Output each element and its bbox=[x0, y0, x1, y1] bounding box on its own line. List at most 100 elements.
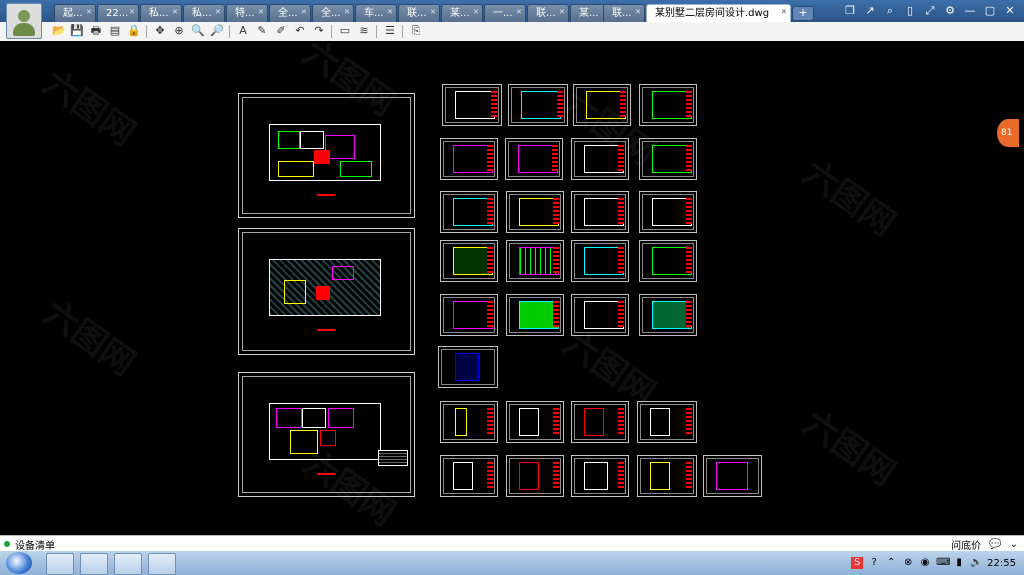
taskbar-app-icon[interactable] bbox=[148, 553, 176, 575]
tray-volume-icon[interactable]: 🔈 bbox=[970, 557, 982, 569]
close-tab-icon[interactable]: ✕ bbox=[635, 9, 641, 16]
elevation-sheet[interactable] bbox=[639, 84, 697, 126]
elevation-sheet[interactable] bbox=[571, 294, 629, 336]
side-badge[interactable]: 81 bbox=[997, 119, 1019, 147]
lock-icon[interactable]: 🔒 bbox=[127, 24, 141, 38]
pdf-icon[interactable]: ▤ bbox=[108, 24, 122, 38]
start-button[interactable] bbox=[6, 552, 32, 574]
tab-3[interactable]: 私... ✕ bbox=[140, 4, 182, 22]
detail-sheet[interactable] bbox=[440, 455, 498, 497]
expand-icon[interactable]: ⌄ bbox=[1010, 539, 1018, 550]
close-tab-icon[interactable]: ✕ bbox=[344, 9, 350, 16]
elevation-sheet[interactable] bbox=[440, 138, 498, 180]
ask-price-button[interactable]: 问底价 bbox=[951, 537, 981, 552]
close-tab-icon[interactable]: ✕ bbox=[516, 9, 522, 16]
elevation-sheet[interactable] bbox=[506, 240, 564, 282]
tab-2[interactable]: 22... ✕ bbox=[97, 4, 139, 22]
pencil-icon[interactable]: ✎ bbox=[255, 24, 269, 38]
elevation-sheet[interactable] bbox=[571, 138, 629, 180]
close-icon[interactable]: ✕ bbox=[1002, 3, 1018, 19]
minimize-icon[interactable]: — bbox=[962, 3, 978, 19]
search-icon[interactable]: ⌕ bbox=[882, 3, 898, 19]
new-tab-button[interactable]: + bbox=[792, 6, 814, 21]
detail-sheet[interactable] bbox=[506, 401, 564, 443]
tray-close-icon[interactable]: ⊗ bbox=[902, 557, 914, 569]
tray-chevron-icon[interactable]: ⌃ bbox=[885, 557, 897, 569]
elevation-sheet[interactable] bbox=[571, 240, 629, 282]
elevation-sheet[interactable] bbox=[505, 138, 563, 180]
users-icon[interactable]: ❐ bbox=[842, 3, 858, 19]
marker-icon[interactable]: ✐ bbox=[274, 24, 288, 38]
export-icon[interactable]: ⎘ bbox=[409, 24, 423, 38]
print-icon[interactable]: 🖶 bbox=[89, 24, 103, 38]
tray-s-icon[interactable]: S bbox=[851, 557, 864, 569]
close-tab-icon[interactable]: ✕ bbox=[387, 9, 393, 16]
zoom-window-icon[interactable]: ⊕ bbox=[172, 24, 186, 38]
elevation-sheet[interactable] bbox=[438, 346, 498, 388]
close-tab-icon[interactable]: ✕ bbox=[473, 9, 479, 16]
tab-11[interactable]: 一... ✕ bbox=[484, 4, 526, 22]
elevation-sheet[interactable] bbox=[506, 191, 564, 233]
elevation-sheet[interactable] bbox=[506, 294, 564, 336]
tray-keyboard-icon[interactable]: ⌨ bbox=[936, 557, 950, 569]
tab-14[interactable]: 联... ✕ bbox=[603, 4, 645, 22]
elevation-sheet[interactable] bbox=[440, 191, 498, 233]
tray-help-icon[interactable]: ? bbox=[868, 557, 880, 569]
elevation-sheet[interactable] bbox=[639, 294, 697, 336]
close-tab-icon[interactable]: ✕ bbox=[215, 9, 221, 16]
close-tab-icon[interactable]: ✕ bbox=[430, 9, 436, 16]
close-tab-icon[interactable]: ✕ bbox=[301, 9, 307, 16]
tab-5[interactable]: 特... ✕ bbox=[226, 4, 268, 22]
tab-8[interactable]: 车... ✕ bbox=[355, 4, 397, 22]
detail-sheet[interactable] bbox=[637, 401, 697, 443]
open-icon[interactable]: 📂 bbox=[52, 24, 66, 38]
settings-icon[interactable]: ⚙ bbox=[942, 3, 958, 19]
text-icon[interactable]: A bbox=[236, 24, 250, 38]
taskbar-folder-icon[interactable] bbox=[46, 553, 74, 575]
detail-sheet[interactable] bbox=[440, 401, 498, 443]
taskbar-app-icon[interactable] bbox=[80, 553, 108, 575]
undo-icon[interactable]: ↶ bbox=[293, 24, 307, 38]
zoom-out-icon[interactable]: 🔎 bbox=[210, 24, 224, 38]
floor-plan-sheet-2[interactable] bbox=[238, 228, 415, 355]
close-tab-icon[interactable]: ✕ bbox=[559, 9, 565, 16]
tray-security-icon[interactable]: ◉ bbox=[919, 557, 931, 569]
elevation-sheet[interactable] bbox=[571, 191, 629, 233]
zoom-in-icon[interactable]: 🔍 bbox=[191, 24, 205, 38]
layers-icon[interactable]: ☰ bbox=[383, 24, 397, 38]
elevation-sheet[interactable] bbox=[639, 240, 697, 282]
elevation-sheet[interactable] bbox=[573, 84, 631, 126]
detail-sheet[interactable] bbox=[571, 401, 629, 443]
tray-network-icon[interactable]: ▮ bbox=[953, 557, 965, 569]
detail-sheet[interactable] bbox=[637, 455, 697, 497]
chat-icon[interactable]: 💬 bbox=[989, 539, 1001, 550]
detail-sheet[interactable] bbox=[506, 455, 564, 497]
elevation-sheet[interactable] bbox=[440, 240, 498, 282]
close-tab-icon[interactable]: ✕ bbox=[86, 9, 92, 16]
scale-icon[interactable]: ≋ bbox=[357, 24, 371, 38]
tab-1[interactable]: 起... ✕ bbox=[54, 4, 96, 22]
tab-7[interactable]: 全... ✕ bbox=[312, 4, 354, 22]
taskbar-app-icon[interactable] bbox=[114, 553, 142, 575]
share-icon[interactable]: ↗ bbox=[862, 3, 878, 19]
elevation-sheet[interactable] bbox=[639, 191, 697, 233]
tab-9[interactable]: 联... ✕ bbox=[398, 4, 440, 22]
close-tab-icon[interactable]: ✕ bbox=[172, 9, 178, 16]
fullscreen-icon[interactable]: ⤢ bbox=[922, 3, 938, 19]
tab-active-drawing[interactable]: 某别墅二层房间设计.dwg ✕ bbox=[646, 4, 791, 22]
elevation-sheet[interactable] bbox=[508, 84, 568, 126]
tab-10[interactable]: 某... ✕ bbox=[441, 4, 483, 22]
detail-sheet[interactable] bbox=[571, 455, 629, 497]
status-left-text[interactable]: 设备清单 bbox=[15, 537, 55, 552]
user-avatar[interactable] bbox=[6, 3, 42, 39]
tab-4[interactable]: 私... ✕ bbox=[183, 4, 225, 22]
detail-sheet[interactable] bbox=[703, 455, 762, 497]
restore-icon[interactable]: ▢ bbox=[982, 3, 998, 19]
save-icon[interactable]: 💾 bbox=[70, 24, 84, 38]
close-tab-icon[interactable]: ✕ bbox=[258, 9, 264, 16]
floor-plan-sheet-3[interactable] bbox=[238, 372, 415, 497]
tab-12[interactable]: 联... ✕ bbox=[527, 4, 569, 22]
pan-icon[interactable]: ✥ bbox=[153, 24, 167, 38]
clock[interactable]: 22:55 bbox=[987, 558, 1016, 569]
floor-plan-sheet-1[interactable] bbox=[238, 93, 415, 218]
